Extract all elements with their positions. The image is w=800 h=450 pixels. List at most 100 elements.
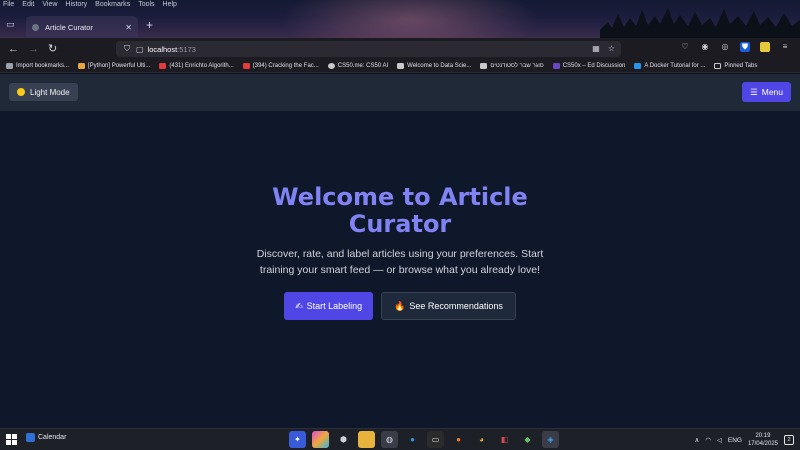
menu-edit[interactable]: Edit [22, 0, 34, 10]
back-arrow-icon[interactable]: ← [8, 42, 19, 56]
hero-subtitle: Discover, rate, and label articles using… [256, 248, 544, 276]
network-icon[interactable]: ◠ [705, 436, 711, 444]
language-indicator[interactable]: ENG [728, 437, 742, 444]
url-text: localhost:5173 [148, 45, 196, 54]
tab-list-icon[interactable]: ▭ [6, 19, 18, 31]
see-recommendations-button[interactable]: 🔥 See Recommendations [381, 292, 516, 320]
youtube-icon [242, 63, 250, 69]
bookmark-item[interactable]: (431) Enrichto Algorith... [159, 63, 234, 69]
screen-recorder-icon[interactable]: ◍ [381, 431, 398, 448]
see-recommendations-label: See Recommendations [409, 301, 503, 311]
menu-history[interactable]: History [65, 0, 87, 10]
import-icon [6, 63, 13, 69]
docker-icon [634, 63, 642, 69]
bookmark-item[interactable]: [Python] Powerful Ulti... [78, 63, 150, 69]
folder-icon [714, 63, 722, 69]
chrome-icon[interactable]: ◕ [473, 431, 490, 448]
volume-icon[interactable]: ◁ [717, 436, 722, 444]
vscode-icon[interactable]: ◈ [542, 431, 559, 448]
browser-navbar: ← → ↻ ⛉ ▢ localhost:5173 ▦ ☆ ♡ ◉ ◎ ⛊ ≡ [0, 38, 800, 60]
terminal-icon[interactable]: ⬢ [335, 431, 352, 448]
page-title: Welcome to Article Curator [272, 183, 528, 238]
page-info-icon[interactable]: ▢ [136, 45, 144, 54]
hero-actions: ✍ Start Labeling 🔥 See Recommendations [0, 292, 800, 320]
bookmark-item[interactable]: CS50x – Ed Discussion [552, 63, 625, 69]
app-header: Light Mode ☰ Menu [0, 74, 800, 111]
firefox-icon[interactable]: ● [450, 431, 467, 448]
bookmark-item[interactable]: Welcome to Data Scie... [397, 63, 471, 69]
cmd-icon[interactable]: ▭ [427, 431, 444, 448]
url-host: localhost [147, 44, 178, 54]
notifications-badge[interactable]: 2 [784, 435, 794, 445]
tab-title: Article Curator [45, 22, 93, 32]
extension-icon[interactable]: ◎ [720, 42, 730, 52]
menu-help[interactable]: Help [163, 0, 177, 10]
site-icon [397, 63, 405, 69]
menu-label: Menu [761, 87, 783, 97]
sun-icon [17, 88, 25, 96]
file-explorer-icon[interactable] [358, 431, 375, 448]
tab-favicon-icon [32, 23, 39, 31]
bookmark-item[interactable]: (394) Cracking the Fac... [242, 63, 319, 69]
calendar-widget[interactable]: Calendar [26, 433, 66, 442]
ed-icon [552, 63, 560, 69]
light-mode-button[interactable]: Light Mode [9, 83, 78, 101]
account-icon[interactable]: ◉ [700, 42, 710, 52]
windows-taskbar: Calendar ✦ ⬢ ◍ ● ▭ ● ◕ ◧ ◆ ◈ ∧ ◠ ◁ ENG 2… [0, 428, 800, 450]
browser-menubar: File Edit View History Bookmarks Tools H… [3, 0, 177, 10]
clock[interactable]: 20:19 17/04/2025 [748, 432, 778, 448]
app-viewport: Light Mode ☰ Menu Welcome to Article Cur… [0, 74, 800, 428]
system-tray: ∧ ◠ ◁ ENG 20:19 17/04/2025 2 [694, 432, 794, 448]
tray-chevron-icon[interactable]: ∧ [694, 436, 699, 444]
browser-titlebar: File Edit View History Bookmarks Tools H… [0, 0, 800, 38]
bookmark-item[interactable]: A Docker Tutorial for ... [634, 63, 705, 69]
tab-close-icon[interactable]: ✕ [125, 23, 132, 32]
windows-start-icon[interactable] [6, 434, 17, 445]
new-tab-icon[interactable]: + [146, 18, 153, 32]
app-icon[interactable]: ◧ [496, 431, 513, 448]
hero-section: Welcome to Article Curator Discover, rat… [0, 184, 800, 320]
bookmark-folder[interactable]: Pinned Tabs [714, 63, 757, 69]
calendar-icon [26, 433, 35, 442]
shield-icon [480, 63, 488, 69]
menu-bookmarks[interactable]: Bookmarks [95, 0, 130, 10]
bookmark-item[interactable]: CS50.me: CS50 AI [327, 63, 388, 69]
url-bar[interactable]: ⛉ ▢ localhost:5173 ▦ ☆ [116, 41, 621, 57]
copilot-icon[interactable] [312, 431, 329, 448]
taskbar-apps: ✦ ⬢ ◍ ● ▭ ● ◕ ◧ ◆ ◈ [289, 431, 559, 448]
app-launcher-icon[interactable]: ✦ [289, 431, 306, 448]
clock-time: 20:19 [755, 433, 771, 439]
reload-icon[interactable]: ↻ [48, 42, 57, 56]
youtube-icon [159, 63, 167, 69]
bookmark-item[interactable]: Import bookmarks... [6, 63, 69, 69]
bookmark-star-icon[interactable]: ☆ [608, 44, 615, 53]
pocket-icon[interactable]: ♡ [680, 42, 690, 52]
light-mode-label: Light Mode [30, 87, 70, 97]
calendar-label: Calendar [38, 434, 67, 441]
python-icon [78, 63, 86, 69]
shield-icon: ⛉ [124, 44, 130, 53]
start-labeling-button[interactable]: ✍ Start Labeling [284, 292, 374, 320]
clock-date: 17/04/2025 [747, 441, 778, 447]
bookmarks-bar: Import bookmarks... [Python] Powerful Ul… [0, 60, 800, 73]
start-labeling-label: Start Labeling [306, 301, 363, 311]
writing-hand-icon: ✍ [295, 300, 303, 311]
globe-icon [327, 63, 335, 69]
forward-arrow-icon[interactable]: → [28, 42, 39, 56]
menu-button[interactable]: ☰ Menu [742, 82, 791, 102]
app-menu-icon[interactable]: ≡ [780, 42, 790, 52]
firefox-dev-icon[interactable]: ● [404, 431, 421, 448]
hamburger-icon: ☰ [750, 86, 758, 97]
menu-file[interactable]: File [3, 0, 14, 10]
bitwarden-icon[interactable]: ⛊ [740, 42, 750, 52]
extensions-grid-icon[interactable]: ▦ [592, 44, 600, 53]
toolbar-right: ♡ ◉ ◎ ⛊ ≡ [680, 42, 790, 52]
url-port: :5173 [177, 44, 196, 54]
fire-icon: 🔥 [394, 300, 406, 311]
tab-article-curator[interactable]: Article Curator ✕ [26, 16, 138, 38]
git-icon[interactable]: ◆ [519, 431, 536, 448]
menu-view[interactable]: View [42, 0, 57, 10]
menu-tools[interactable]: Tools [138, 0, 154, 10]
bookmark-item[interactable]: סוגר שבר לסטודנטים [480, 63, 544, 69]
yellow-extension-icon[interactable] [760, 42, 770, 52]
